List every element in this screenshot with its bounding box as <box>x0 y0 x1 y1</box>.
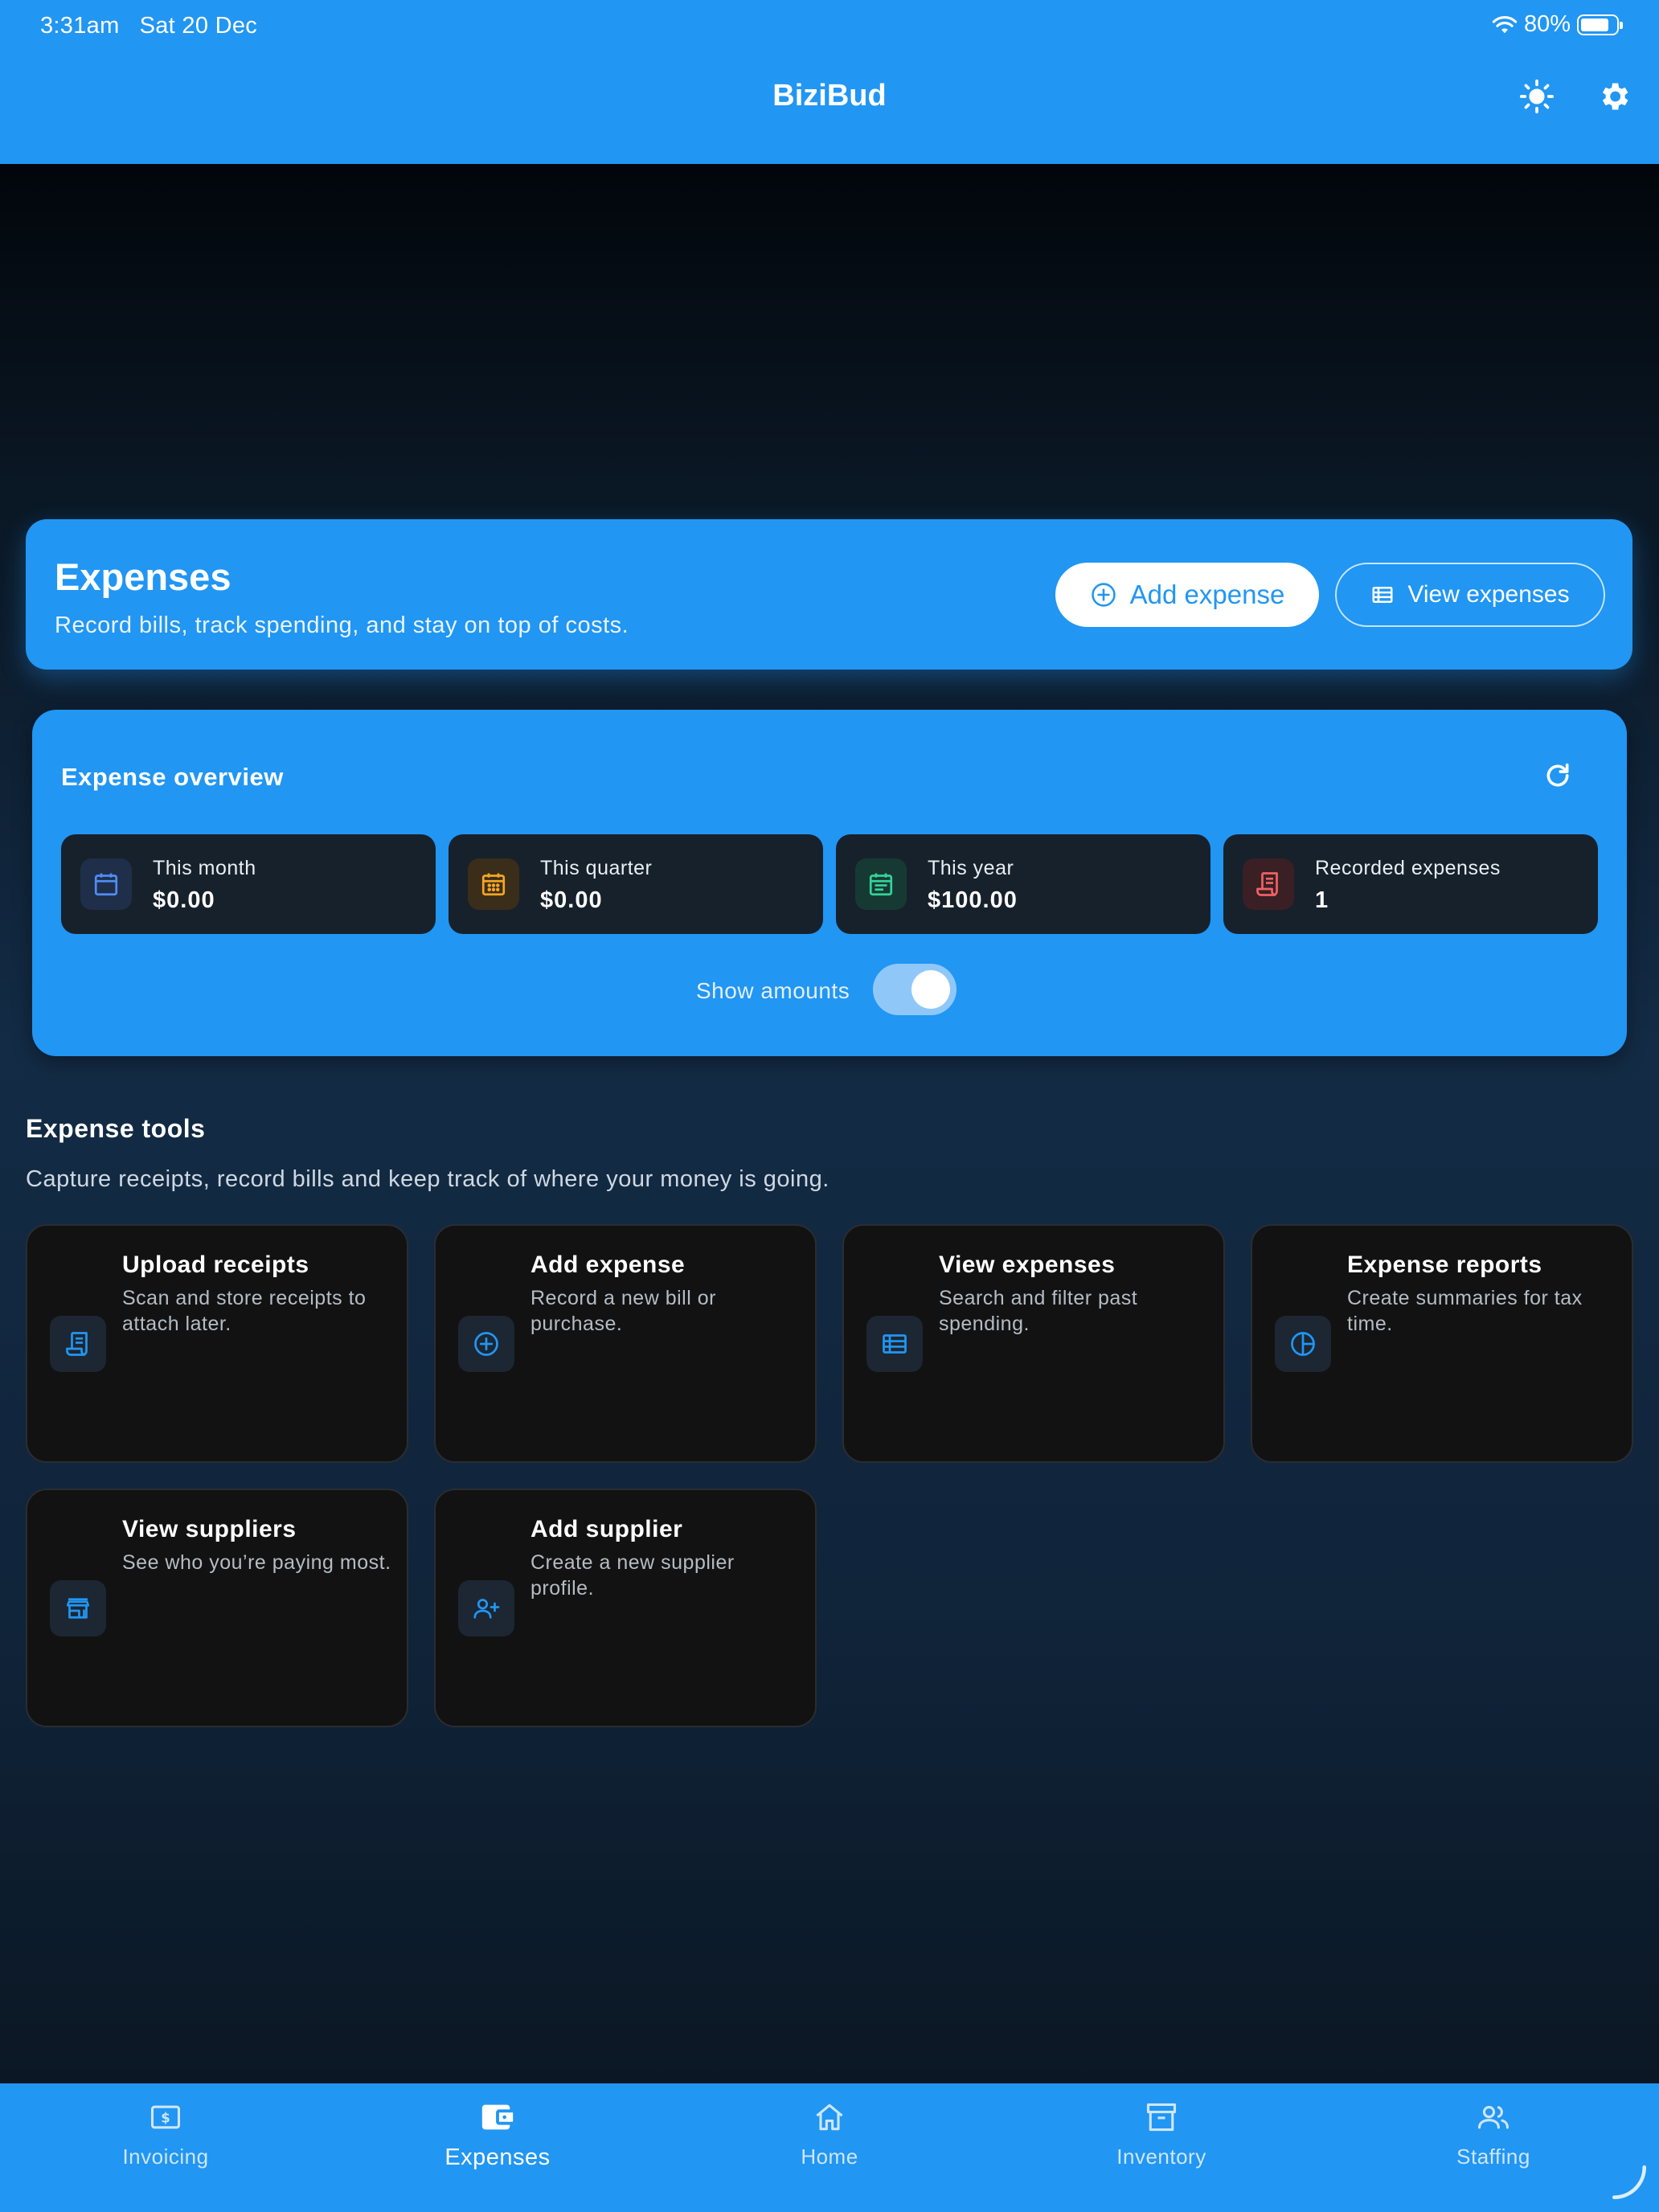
stat-label: This year <box>928 857 1014 879</box>
brightness-icon[interactable] <box>1518 77 1556 116</box>
status-bar-right: 80% <box>1492 11 1623 38</box>
stat-label: This month <box>153 857 256 879</box>
nav-label: Inventory <box>1116 2144 1206 2169</box>
receipt-icon <box>1243 858 1294 910</box>
show-amounts-label: Show amounts <box>696 978 850 1003</box>
tile-title: Add expense <box>530 1251 686 1278</box>
stat-value: 1 <box>1315 887 1329 913</box>
resize-handle-icon[interactable] <box>1609 2162 1649 2202</box>
toggle-knob <box>911 970 950 1009</box>
nav-label: Invoicing <box>122 2144 209 2169</box>
tool-expense-reports[interactable]: Expense reports Create summaries for tax… <box>1251 1224 1633 1463</box>
tool-view-suppliers[interactable]: View suppliers See who you’re paying mos… <box>26 1489 408 1727</box>
people-icon <box>1474 2098 1513 2136</box>
tile-title: Expense reports <box>1347 1251 1542 1278</box>
expenses-hero-card: Expenses Record bills, track spending, a… <box>26 519 1632 670</box>
tool-view-expenses[interactable]: View expenses Search and filter past spe… <box>842 1224 1225 1463</box>
tools-section-subtitle: Capture receipts, record bills and keep … <box>26 1166 830 1192</box>
nav-staffing[interactable]: Staffing <box>1373 2098 1614 2169</box>
invoice-icon: $ <box>146 2098 185 2136</box>
stat-recorded-expenses: Recorded expenses 1 <box>1223 834 1598 934</box>
tool-upload-receipts[interactable]: Upload receipts Scan and store receipts … <box>26 1224 408 1463</box>
tile-description: Scan and store receipts to attach later. <box>122 1287 367 1335</box>
tile-description: Record a new bill or purchase. <box>530 1287 716 1335</box>
person-add-icon <box>458 1580 514 1636</box>
stat-value: $0.00 <box>540 887 603 913</box>
page-subtitle: Record bills, track spending, and stay o… <box>55 612 629 638</box>
tile-description: Create summaries for tax time. <box>1347 1287 1583 1335</box>
calendar-grid-icon <box>468 858 519 910</box>
battery-percent: 80% <box>1523 11 1571 37</box>
tile-description: See who you’re paying most. <box>122 1551 391 1574</box>
nav-label: Expenses <box>444 2144 551 2170</box>
stat-this-year: This year $100.00 <box>836 834 1210 934</box>
nav-inventory[interactable]: Inventory <box>1041 2098 1282 2169</box>
receipt-icon <box>50 1316 106 1372</box>
archive-icon <box>1142 2098 1181 2136</box>
battery-icon <box>1577 14 1623 35</box>
status-date: Sat 20 Dec <box>139 13 258 39</box>
tile-description: Create a new supplier profile. <box>530 1551 735 1600</box>
status-bar-time: 3:31am Sat 20 Dec <box>40 13 257 39</box>
list-icon <box>1372 587 1393 603</box>
top-app-bar: 3:31am Sat 20 Dec 80% BiziBud <box>0 0 1659 164</box>
view-expenses-label: View expenses <box>1407 581 1570 608</box>
nav-home[interactable]: Home <box>709 2098 950 2169</box>
status-time: 3:31am <box>40 13 120 39</box>
svg-text:$: $ <box>161 2110 170 2125</box>
nav-label: Home <box>801 2144 858 2169</box>
stat-label: Recorded expenses <box>1315 857 1501 879</box>
home-icon <box>810 2098 849 2136</box>
add-expense-label: Add expense <box>1129 580 1285 609</box>
app-title: BiziBud <box>772 79 887 113</box>
add-circle-icon <box>458 1316 514 1372</box>
add-expense-button[interactable]: Add expense <box>1055 563 1319 627</box>
tile-title: View expenses <box>939 1251 1116 1278</box>
wallet-icon <box>478 2098 517 2136</box>
list-icon <box>866 1316 923 1372</box>
stat-label: This quarter <box>540 857 653 879</box>
stat-this-quarter: This quarter $0.00 <box>449 834 823 934</box>
add-circle-icon <box>1091 583 1116 607</box>
nav-expenses[interactable]: Expenses <box>377 2098 618 2171</box>
settings-icon[interactable] <box>1595 77 1633 116</box>
tool-add-expense[interactable]: Add expense Record a new bill or purchas… <box>434 1224 817 1463</box>
calendar-icon <box>80 858 132 910</box>
tile-title: Add supplier <box>530 1516 683 1542</box>
tools-section-title: Expense tools <box>26 1114 206 1143</box>
tile-description: Search and filter past spending. <box>939 1287 1138 1335</box>
tile-title: Upload receipts <box>122 1251 309 1278</box>
pie-chart-icon <box>1275 1316 1331 1372</box>
stat-value: $0.00 <box>153 887 215 913</box>
view-expenses-button[interactable]: View expenses <box>1335 563 1605 627</box>
stat-this-month: This month $0.00 <box>61 834 436 934</box>
stat-value: $100.00 <box>928 887 1018 913</box>
wifi-icon <box>1492 15 1518 33</box>
page-title: Expenses <box>55 555 231 598</box>
expense-overview-card: Expense overview This month $0.00 This q… <box>32 710 1627 1056</box>
tile-title: View suppliers <box>122 1516 297 1542</box>
overview-title: Expense overview <box>61 763 284 791</box>
tool-add-supplier[interactable]: Add supplier Create a new supplier profi… <box>434 1489 817 1727</box>
refresh-icon[interactable] <box>1542 760 1574 792</box>
bottom-navigation: $ Invoicing Expenses Home Inventory Staf… <box>0 2083 1659 2212</box>
store-icon <box>50 1580 106 1636</box>
nav-invoicing[interactable]: $ Invoicing <box>45 2098 286 2169</box>
show-amounts-toggle[interactable] <box>873 964 956 1015</box>
calendar-notes-icon <box>855 858 907 910</box>
nav-label: Staffing <box>1456 2144 1530 2169</box>
